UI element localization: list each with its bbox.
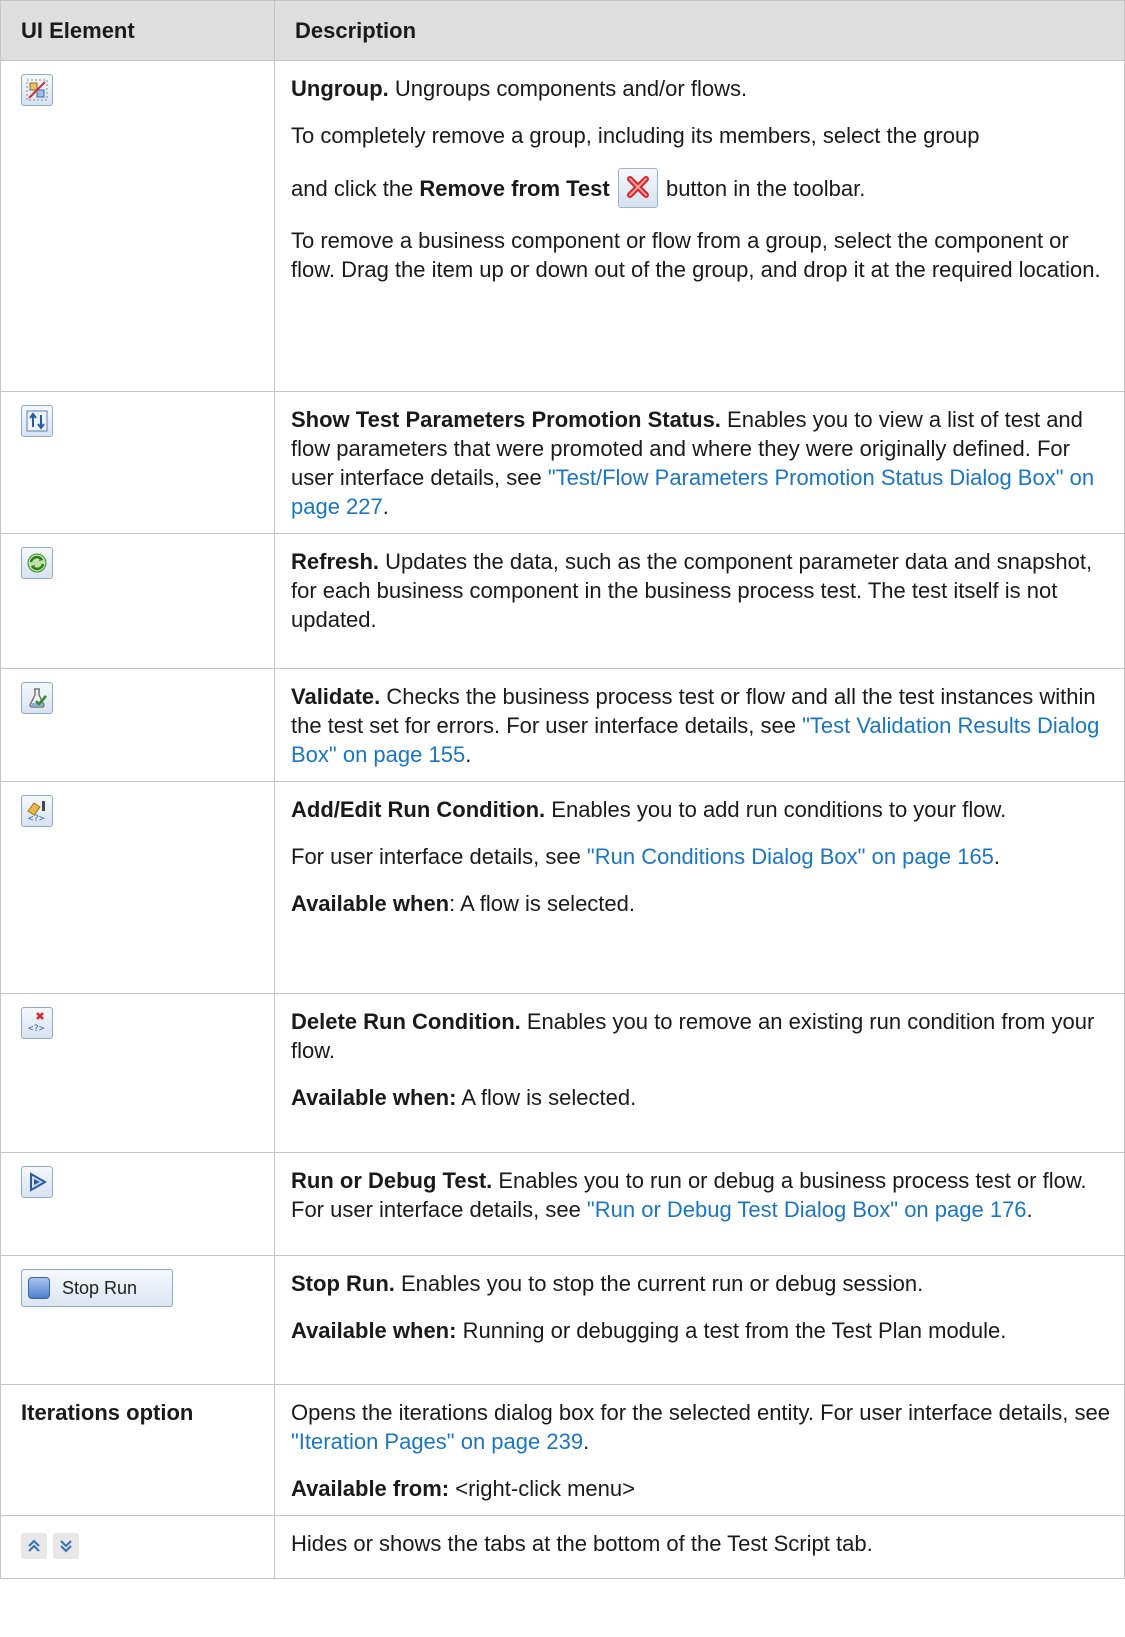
- add-run-condition-icon[interactable]: <?>: [21, 795, 53, 827]
- table-row: Validate. Checks the business process te…: [0, 668, 1125, 782]
- row-iterations-desc: Opens the iterations dialog box for the …: [291, 1400, 1110, 1454]
- row-validate-desc: Validate. Checks the business process te…: [291, 684, 1100, 767]
- ungroup-icon[interactable]: [21, 74, 53, 106]
- header-description: Description: [274, 0, 1125, 61]
- row-hide-show-desc: Hides or shows the tabs at the bottom of…: [291, 1531, 873, 1556]
- table-row: <?> Add/Edit Run Condition. Enables you …: [0, 781, 1125, 994]
- ui-elements-table: UI Element Description Ungroup. Ungroups…: [0, 0, 1125, 1579]
- row-stop-run-desc: Stop Run. Enables you to stop the curren…: [291, 1271, 924, 1296]
- svg-text:<?>: <?>: [28, 814, 45, 823]
- run-conditions-link[interactable]: "Run Conditions Dialog Box" on page 165: [587, 844, 994, 869]
- table-row: Hides or shows the tabs at the bottom of…: [0, 1515, 1125, 1579]
- table-row: Show Test Parameters Promotion Status. E…: [0, 391, 1125, 534]
- row-ungroup-desc: Ungroup. Ungroups components and/or flow…: [291, 76, 748, 101]
- validate-icon[interactable]: [21, 682, 53, 714]
- delete-run-condition-icon[interactable]: <?>: [21, 1007, 53, 1039]
- table-row: Iterations option Opens the iterations d…: [0, 1384, 1125, 1516]
- svg-text:<?>: <?>: [28, 1024, 45, 1034]
- iteration-pages-link[interactable]: "Iteration Pages" on page 239: [291, 1429, 583, 1454]
- row-promotion-desc: Show Test Parameters Promotion Status. E…: [291, 407, 1095, 519]
- table-row: Ungroup. Ungroups components and/or flow…: [0, 60, 1125, 392]
- run-debug-link[interactable]: "Run or Debug Test Dialog Box" on page 1…: [587, 1197, 1027, 1222]
- row-refresh-desc: Refresh. Updates the data, such as the c…: [291, 549, 1093, 632]
- remove-from-test-icon[interactable]: [617, 168, 658, 208]
- row-run-debug-desc: Run or Debug Test. Enables you to run or…: [291, 1168, 1087, 1222]
- header-ui-element: UI Element: [0, 0, 275, 61]
- collapse-up-icon[interactable]: [21, 1533, 47, 1559]
- table-row: <?> Delete Run Condition. Enables you to…: [0, 993, 1125, 1153]
- collapse-expand-icons: [21, 1533, 79, 1559]
- table-row: Run or Debug Test. Enables you to run or…: [0, 1152, 1125, 1256]
- expand-down-icon[interactable]: [53, 1533, 79, 1559]
- table-row: Stop Run Stop Run. Enables you to stop t…: [0, 1255, 1125, 1385]
- row-add-run-condition-desc: Add/Edit Run Condition. Enables you to a…: [291, 797, 1007, 822]
- table-header-row: UI Element Description: [0, 0, 1125, 61]
- iterations-option-label: Iterations option: [0, 1384, 275, 1516]
- row-delete-run-condition-desc: Delete Run Condition. Enables you to rem…: [291, 1009, 1095, 1063]
- run-debug-icon[interactable]: [21, 1166, 53, 1198]
- refresh-icon[interactable]: [21, 547, 53, 579]
- stop-run-button[interactable]: Stop Run: [21, 1269, 173, 1307]
- table-row: Refresh. Updates the data, such as the c…: [0, 533, 1125, 669]
- promotion-status-icon[interactable]: [21, 405, 53, 437]
- stop-icon: [28, 1277, 50, 1299]
